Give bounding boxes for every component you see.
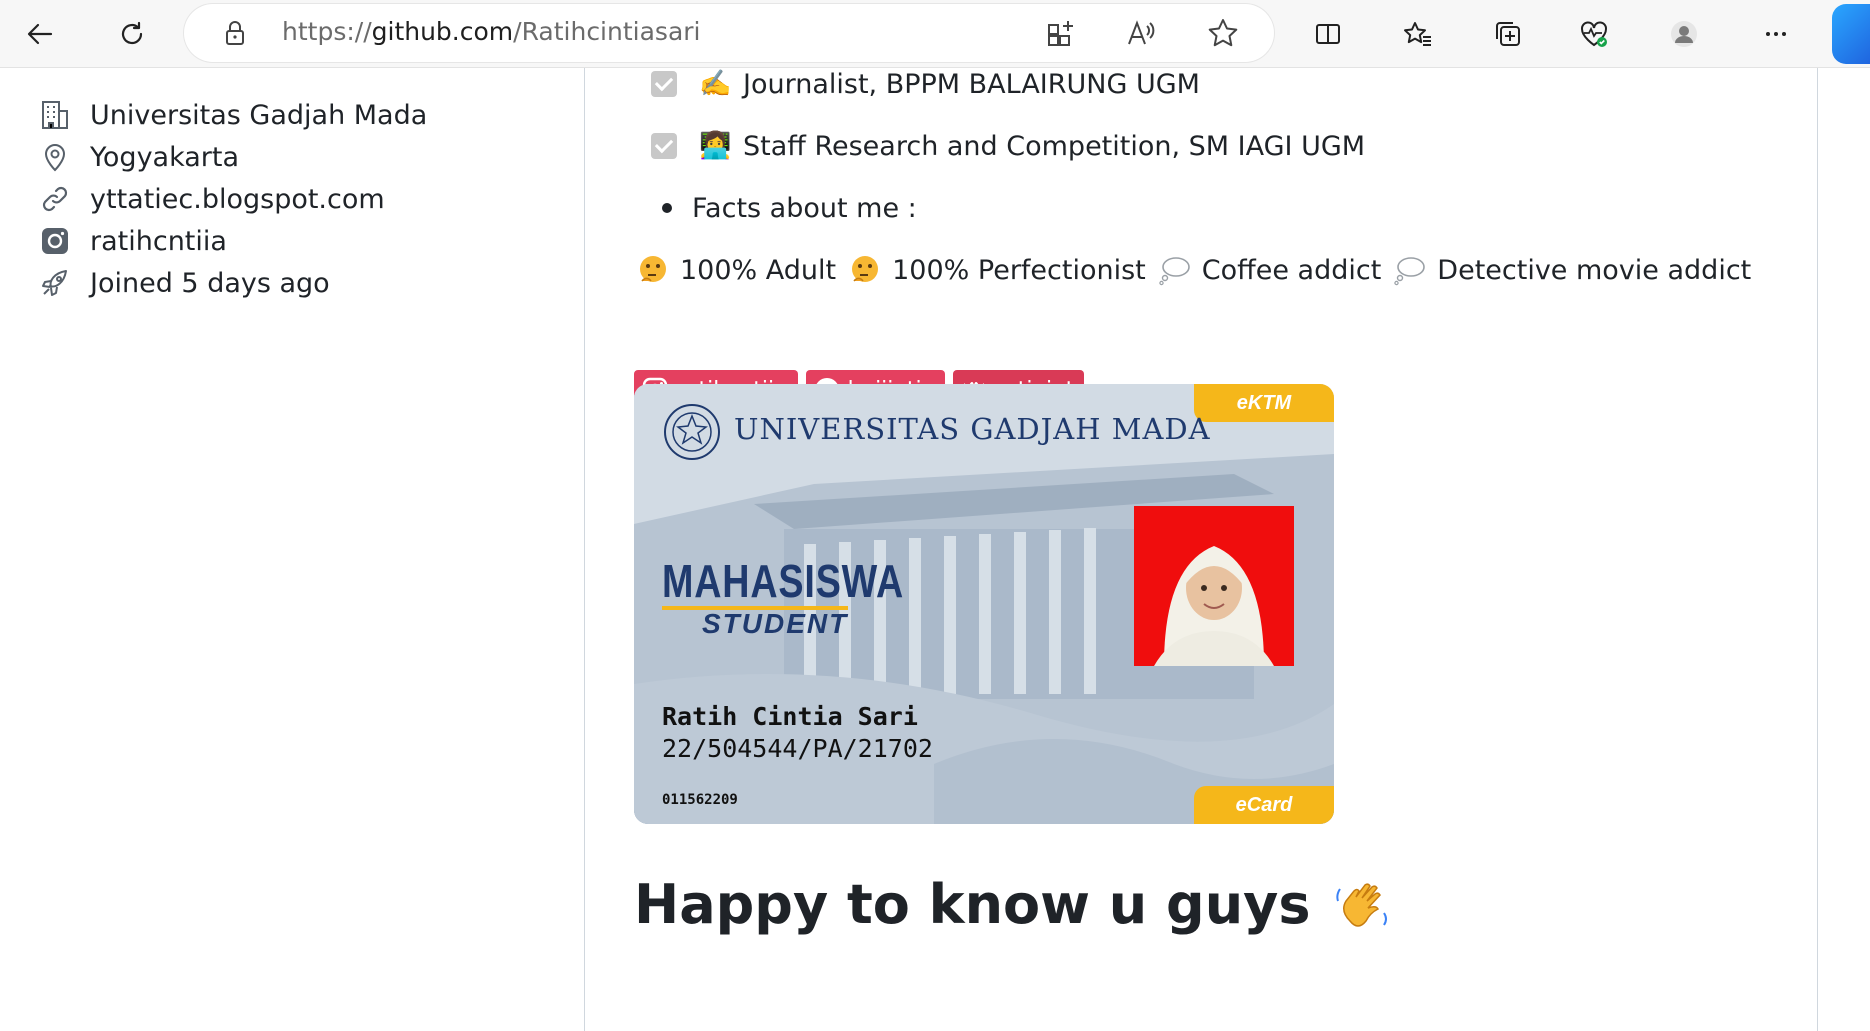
card-student-name: Ratih Cintia Sari — [662, 702, 918, 731]
card-serial-code: 011562209 — [662, 792, 738, 808]
card-role: MAHASISWA — [662, 555, 905, 607]
vcard-website[interactable]: yttatiec.blogspot.com — [38, 179, 385, 219]
fact-label: 100% Perfectionist — [892, 254, 1146, 286]
ektm-tag: eKTM — [1194, 384, 1334, 422]
checked-checkbox — [651, 71, 677, 97]
instagram-icon — [38, 224, 72, 258]
back-icon[interactable] — [16, 10, 64, 58]
favorite-star-icon[interactable] — [1206, 16, 1240, 50]
profile-sidebar: Universitas Gadjah Mada Yogyakarta yttat… — [0, 68, 585, 1031]
task-emoji: ✍️ — [699, 69, 732, 99]
fact-label: Coffee addict — [1201, 254, 1382, 286]
vcard-instagram[interactable]: ratihcntiia — [38, 221, 227, 261]
vcard-organization: Universitas Gadjah Mada — [38, 95, 427, 135]
favorites-icon[interactable] — [1394, 10, 1442, 58]
student-portrait — [1154, 546, 1274, 666]
card-role-en: STUDENT — [702, 608, 849, 639]
card-university-name: UNIVERSITAS GADJAH MADA — [734, 412, 1211, 446]
vcard-location-label: Yogyakarta — [90, 141, 240, 173]
collections-icon[interactable] — [1484, 10, 1532, 58]
organization-icon — [38, 98, 72, 132]
thinking-face-icon — [640, 256, 666, 282]
task-label: Staff Research and Competition, SM IAGI … — [743, 130, 1366, 162]
bing-copilot-icon[interactable] — [1832, 4, 1870, 64]
waving-hand-icon — [1336, 882, 1388, 927]
browser-toolbar: https://github.com/Ratihcintiasari — [0, 0, 1870, 68]
split-screen-icon[interactable] — [1304, 10, 1352, 58]
task-item: ✍️ Journalist, BPPM BALAIRUNG UGM — [651, 64, 1200, 104]
vcard-joined-label: Joined 5 days ago — [90, 267, 330, 299]
checked-checkbox — [651, 133, 677, 159]
refresh-icon[interactable] — [108, 10, 156, 58]
profile-readme: ✍️ Journalist, BPPM BALAIRUNG UGM 👩‍💻 St… — [586, 68, 1816, 1031]
task-item: 👩‍💻 Staff Research and Competition, SM I… — [651, 126, 1365, 166]
vcard-location: Yogyakarta — [38, 137, 239, 177]
browser-essentials-icon[interactable] — [1570, 10, 1618, 58]
ecard-tag: eCard — [1194, 786, 1334, 824]
vcard-instagram-link[interactable]: ratihcntiia — [90, 226, 227, 257]
task-emoji: 👩‍💻 — [699, 131, 732, 161]
column-divider — [1817, 68, 1818, 1031]
facts-line: 100% Adult 100% Perfectionist Coffee add… — [636, 250, 1763, 290]
bullet-dot — [662, 203, 672, 213]
location-icon — [38, 140, 72, 174]
apps-icon[interactable] — [1044, 16, 1078, 50]
list-item-label: Facts about me : — [692, 192, 917, 224]
fact-label: Detective movie addict — [1437, 254, 1752, 286]
lock-icon[interactable] — [220, 18, 250, 48]
vcard-joined: Joined 5 days ago — [38, 263, 330, 303]
thought-balloon-icon — [1394, 257, 1426, 286]
fact-label: 100% Adult — [680, 254, 837, 286]
link-icon — [38, 182, 72, 216]
student-id-card-image: eKTM eCard UNIVERSITAS GADJAH MADA MAHAS… — [634, 384, 1334, 824]
vcard-website-link[interactable]: yttatiec.blogspot.com — [90, 184, 385, 215]
thinking-face-icon — [852, 256, 879, 282]
url-text[interactable]: https://github.com/Ratihcintiasari — [282, 17, 701, 46]
address-bar[interactable]: https://github.com/Ratihcintiasari — [184, 4, 1274, 62]
card-student-id: 22/504544/PA/21702 — [662, 734, 933, 763]
heading-text: Happy to know u guys — [634, 873, 1311, 936]
rocket-icon — [38, 266, 72, 300]
student-photo — [1134, 506, 1294, 666]
read-aloud-icon[interactable] — [1124, 16, 1158, 50]
github-profile-page: Universitas Gadjah Mada Yogyakarta yttat… — [0, 68, 1870, 1031]
thought-balloon-icon — [1159, 257, 1190, 286]
university-seal-icon — [664, 404, 720, 460]
task-label: Journalist, BPPM BALAIRUNG UGM — [743, 68, 1200, 100]
vcard-organization-label: Universitas Gadjah Mada — [90, 99, 428, 131]
more-options-icon[interactable] — [1752, 10, 1800, 58]
list-item: Facts about me : — [662, 188, 917, 228]
profile-avatar-icon[interactable] — [1660, 10, 1708, 58]
readme-heading: Happy to know u guys — [634, 873, 1392, 936]
